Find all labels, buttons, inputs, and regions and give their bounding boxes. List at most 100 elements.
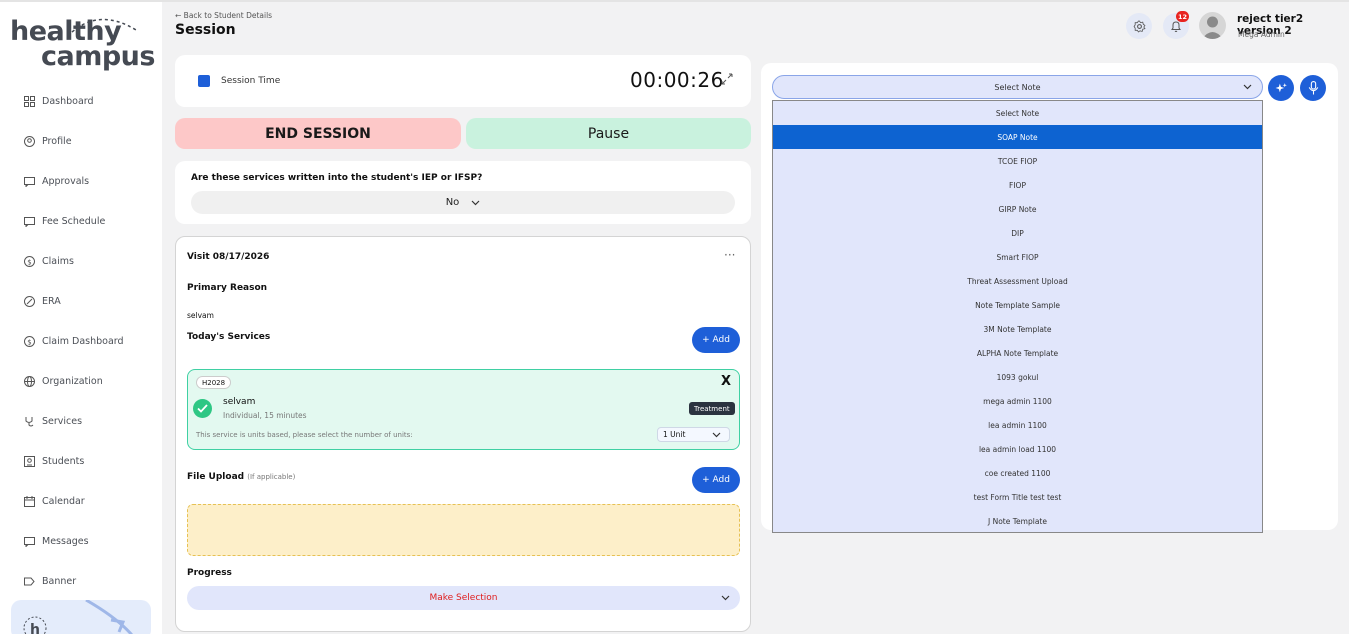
sidebar-item-services[interactable]: Services: [23, 410, 82, 432]
sidebar-item-claims[interactable]: $ Claims: [23, 250, 74, 272]
note-option[interactable]: 1093 gokul: [773, 365, 1262, 389]
note-option[interactable]: ALPHA Note Template: [773, 341, 1262, 365]
sidebar-item-profile[interactable]: Profile: [23, 130, 72, 152]
settings-button[interactable]: [1126, 13, 1152, 39]
note-option[interactable]: J Note Template: [773, 509, 1262, 533]
note-option[interactable]: test Form Title test test: [773, 485, 1262, 509]
note-option[interactable]: lea admin load 1100: [773, 437, 1262, 461]
session-time-label: Session Time: [221, 76, 281, 86]
notification-badge: 12: [1176, 11, 1190, 22]
sidebar-item-students[interactable]: Students: [23, 450, 84, 472]
session-timer: 00:00:26: [630, 68, 724, 92]
sidebar-item-label: Students: [42, 455, 85, 467]
banner-icon: [23, 575, 35, 587]
service-detail: Individual, 15 minutes: [223, 411, 307, 420]
chevron-down-icon: [1243, 84, 1252, 90]
sidebar-item-messages[interactable]: Messages: [23, 530, 89, 552]
note-option[interactable]: Note Template Sample: [773, 293, 1262, 317]
microphone-icon: [1308, 81, 1318, 95]
back-link[interactable]: ← Back to Student Details: [175, 11, 272, 20]
promo-graphic-icon: h: [23, 600, 134, 634]
note-option[interactable]: mega admin 1100: [773, 389, 1262, 413]
sidebar-item-label: Fee Schedule: [42, 215, 106, 227]
sidebar-item-label: Claims: [42, 255, 74, 267]
service-code-chip: H2028: [196, 376, 232, 389]
sidebar-item-label: Calendar: [42, 495, 85, 507]
file-drop-zone[interactable]: [187, 504, 740, 556]
id-card-icon: [23, 455, 35, 467]
sidebar-item-label: Claim Dashboard: [42, 335, 124, 347]
treatment-tag: Treatment: [689, 402, 735, 415]
calendar-icon: [23, 495, 35, 507]
note-option[interactable]: Smart FIOP: [773, 245, 1262, 269]
note-option[interactable]: GIRP Note: [773, 197, 1262, 221]
note-option[interactable]: DIP: [773, 221, 1262, 245]
user-silhouette-icon: [1202, 16, 1223, 39]
note-option[interactable]: FIOP: [773, 173, 1262, 197]
remove-service-button[interactable]: X: [721, 374, 731, 389]
user-role: Mega Admin: [1238, 30, 1285, 39]
note-dropdown-list: Select Note SOAP Note TCOE FIOP FIOP GIRP No…: [772, 100, 1263, 533]
ai-sparkle-button[interactable]: [1268, 75, 1294, 101]
sparkle-icon: [1275, 82, 1287, 92]
note-option[interactable]: lea admin 1100: [773, 413, 1262, 437]
svg-text:h: h: [30, 622, 40, 634]
progress-label: Progress: [187, 568, 232, 578]
sidebar-item-calendar[interactable]: Calendar: [23, 490, 85, 512]
note-select[interactable]: Select Note: [772, 75, 1263, 99]
sidebar-item-label: Messages: [42, 535, 89, 547]
note-option[interactable]: coe created 1100: [773, 461, 1262, 485]
sidebar-item-claim-dashboard[interactable]: $ Claim Dashboard: [23, 330, 124, 352]
stethoscope-icon: [23, 415, 35, 427]
chat-icon: [23, 175, 35, 187]
sidebar-promo-card[interactable]: h: [11, 600, 151, 634]
iep-question: Are these services written into the stud…: [191, 173, 483, 183]
sidebar-item-fee-schedule[interactable]: Fee Schedule: [23, 210, 105, 232]
expand-icon[interactable]: [720, 72, 734, 86]
pause-button[interactable]: Pause: [466, 118, 751, 149]
sidebar-item-label: Banner: [42, 575, 77, 587]
sidebar-item-label: Dashboard: [42, 95, 94, 107]
dollar-icon: $: [23, 255, 35, 267]
sidebar: healthy campus Dashboard Profile Approvals…: [0, 2, 162, 634]
sidebar-item-label: Organization: [42, 375, 103, 387]
user-icon: [23, 135, 35, 147]
file-upload-hint: (If applicable): [247, 473, 296, 481]
sidebar-item-banner[interactable]: Banner: [23, 570, 76, 592]
sidebar-item-label: Services: [42, 415, 83, 427]
iep-select[interactable]: No: [191, 191, 735, 214]
end-session-button[interactable]: END SESSION: [175, 118, 461, 149]
sidebar-item-approvals[interactable]: Approvals: [23, 170, 89, 192]
chevron-down-icon: [712, 432, 721, 438]
svg-text:$: $: [27, 258, 31, 266]
unit-select[interactable]: 1 Unit: [657, 427, 730, 442]
gear-icon: [1133, 20, 1146, 32]
percent-icon: [23, 295, 35, 307]
globe-icon: [23, 375, 35, 387]
note-option[interactable]: Select Note: [773, 101, 1262, 125]
microphone-button[interactable]: [1300, 75, 1326, 101]
note-option[interactable]: 3M Note Template: [773, 317, 1262, 341]
service-name: selvam: [223, 397, 256, 407]
progress-select[interactable]: Make Selection: [187, 586, 740, 610]
clock-icon: [198, 75, 210, 87]
avatar[interactable]: [1199, 12, 1226, 39]
units-note: This service is units based, please sele…: [196, 431, 413, 439]
sidebar-item-label: ERA: [42, 295, 61, 307]
add-file-button[interactable]: + Add: [692, 467, 740, 493]
file-upload-title: File Upload: [187, 472, 245, 482]
sidebar-item-organization[interactable]: Organization: [23, 370, 103, 392]
primary-reason-value: selvam: [187, 311, 214, 320]
top-divider: [0, 0, 1349, 2]
note-select-value: Select Note: [994, 82, 1041, 92]
note-option[interactable]: Threat Assessment Upload: [773, 269, 1262, 293]
logo: healthy campus: [10, 14, 155, 74]
more-options-icon[interactable]: ···: [724, 248, 735, 262]
visit-title: Visit 08/17/2026: [187, 252, 270, 262]
add-service-button[interactable]: + Add: [692, 327, 740, 353]
sidebar-item-dashboard[interactable]: Dashboard: [23, 90, 94, 112]
logo-text-bottom: campus: [41, 41, 155, 72]
note-option[interactable]: SOAP Note: [773, 125, 1262, 149]
sidebar-item-era[interactable]: ERA: [23, 290, 61, 312]
note-option[interactable]: TCOE FIOP: [773, 149, 1262, 173]
